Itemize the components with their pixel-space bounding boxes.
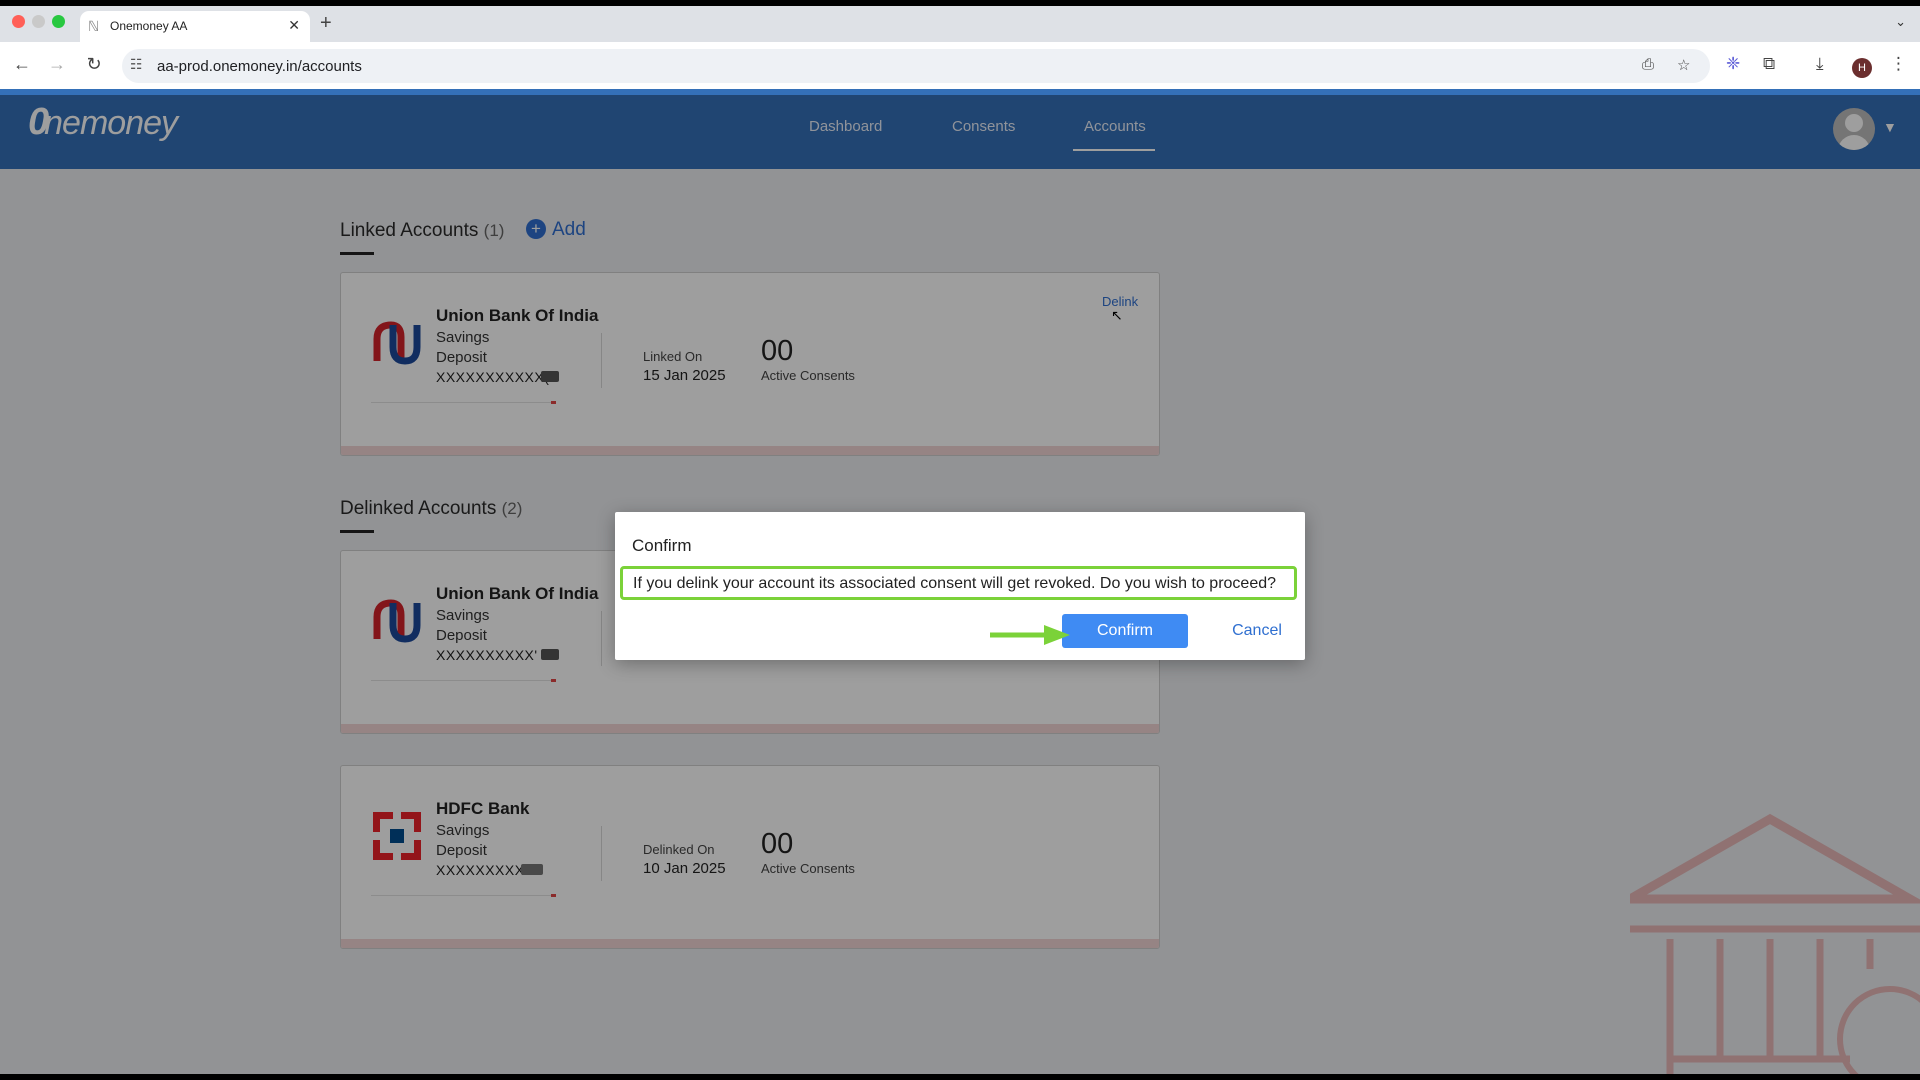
site-settings-icon[interactable]: ☷: [130, 56, 143, 73]
browser-tab[interactable]: ℕ Onemoney AA ✕: [80, 11, 310, 42]
url-text: aa-prod.onemoney.in/accounts: [157, 58, 362, 75]
maximize-window-button[interactable]: [52, 15, 65, 28]
cancel-button[interactable]: Cancel: [1213, 614, 1301, 648]
browser-toolbar: ← → ↻ ☷ aa-prod.onemoney.in/accounts ⎙ ☆…: [0, 42, 1920, 92]
onemoney-favicon-icon: ℕ: [88, 18, 100, 34]
close-window-button[interactable]: [12, 15, 25, 28]
extensions-puzzle-icon[interactable]: ⧉: [1763, 54, 1775, 74]
dialog-title: Confirm: [632, 536, 692, 555]
extension-gear-icon[interactable]: ❈: [1726, 54, 1740, 74]
download-icon[interactable]: ⤓: [1816, 54, 1824, 74]
install-app-icon[interactable]: ⎙: [1642, 56, 1654, 73]
back-icon[interactable]: ←: [11, 54, 33, 75]
tab-search-icon[interactable]: ⌄: [1895, 14, 1906, 30]
new-tab-icon[interactable]: +: [320, 12, 332, 35]
tab-title: Onemoney AA: [110, 19, 188, 33]
tab-strip: ℕ Onemoney AA ✕ + ⌄: [0, 6, 1920, 42]
confirm-button[interactable]: Confirm: [1062, 614, 1188, 648]
browser-window: ℕ Onemoney AA ✕ + ⌄ ← → ↻ ☷ aa-prod.onem…: [0, 6, 1920, 1074]
dialog-message: If you delink your account its associate…: [620, 566, 1297, 600]
forward-icon[interactable]: →: [46, 54, 68, 75]
browser-menu-icon[interactable]: ⋮: [1890, 54, 1907, 74]
green-pointer-arrow-icon: [990, 625, 1070, 645]
bookmark-star-icon[interactable]: ☆: [1677, 56, 1690, 74]
minimize-window-button[interactable]: [32, 15, 45, 28]
profile-avatar[interactable]: H: [1852, 58, 1872, 78]
confirm-dialog: Confirm If you delink your account its a…: [615, 512, 1305, 660]
reload-icon[interactable]: ↻: [83, 54, 105, 75]
address-bar[interactable]: ☷ aa-prod.onemoney.in/accounts ⎙ ☆: [122, 49, 1710, 83]
close-tab-icon[interactable]: ✕: [288, 17, 300, 34]
screen-bottom-edge: [0, 1074, 1920, 1080]
